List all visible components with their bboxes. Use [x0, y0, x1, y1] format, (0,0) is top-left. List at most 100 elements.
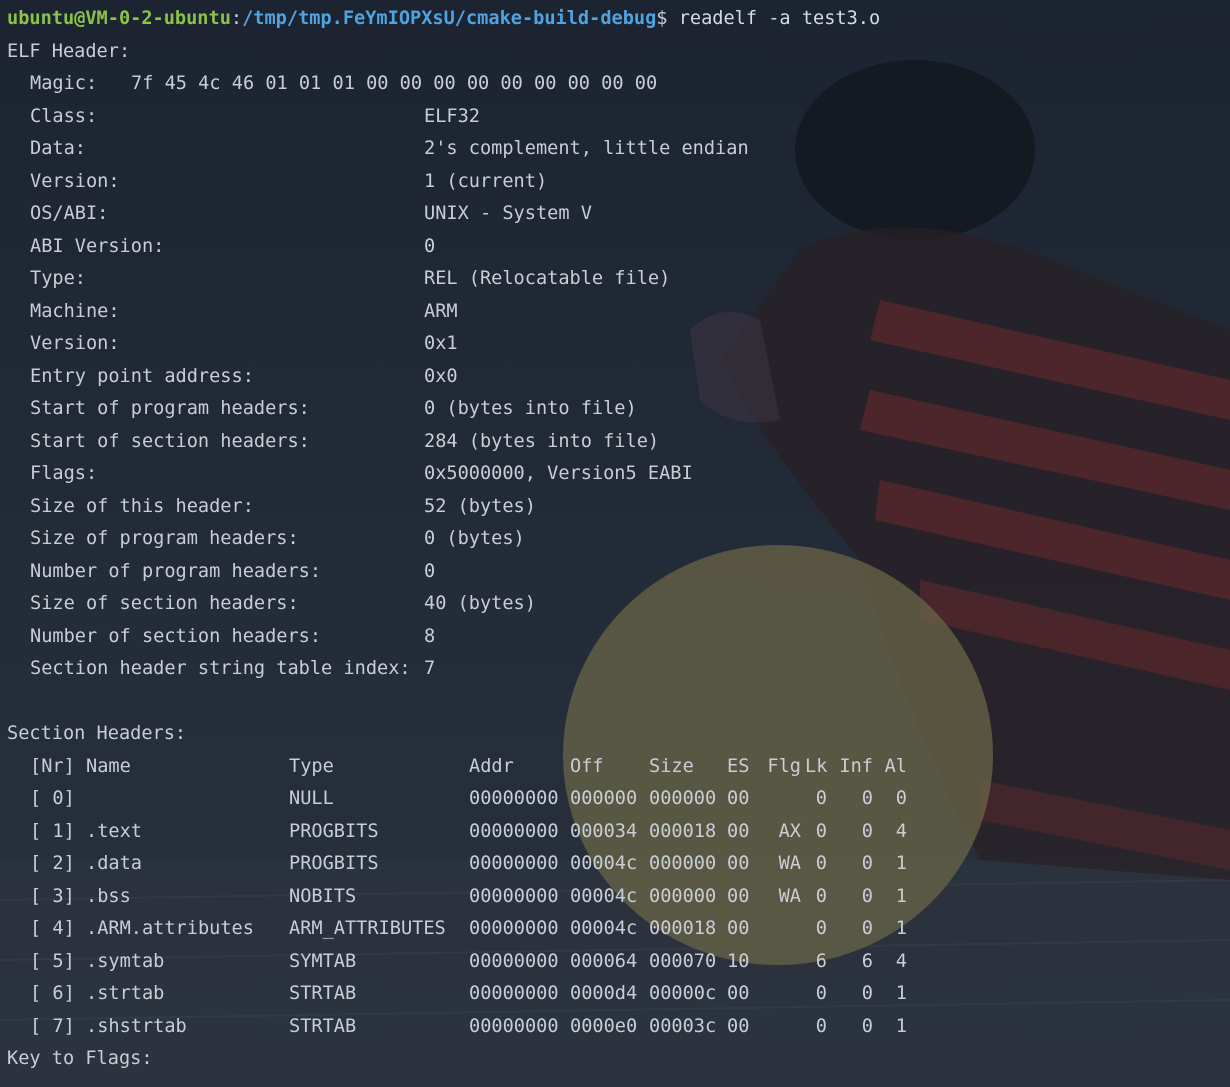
- elf-field-row: Entry point address: 0x0: [7, 361, 1230, 394]
- cell-lk: 6: [815, 950, 827, 972]
- cell-type: STRTAB: [289, 1015, 357, 1037]
- cell-al: 1: [895, 918, 907, 939]
- cell-off: 00004c: [570, 918, 638, 939]
- elf-field-row: Class: ELF32: [7, 101, 1230, 134]
- elf-field-row: Version: 0x1: [7, 328, 1230, 361]
- cell-es: 00: [727, 1015, 750, 1037]
- elf-field-label: Start of program headers:: [30, 398, 310, 419]
- elf-field-label: Size of program headers:: [30, 528, 299, 549]
- elf-field-label: Version:: [30, 333, 120, 354]
- elf-field-label: Version:: [30, 170, 120, 192]
- prompt-user-host: ubuntu@VM-0-2-ubuntu: [7, 8, 231, 29]
- cell-es: 00: [727, 983, 750, 1004]
- cell-size: 00000c: [649, 983, 717, 1004]
- col-header-off: Off: [570, 755, 604, 777]
- elf-field-row: OS/ABI: UNIX - System V: [7, 198, 1230, 231]
- cell-size: 000000: [649, 853, 717, 874]
- elf-field-label: OS/ABI:: [30, 203, 109, 224]
- col-header-al: Al: [884, 755, 907, 777]
- cell-es: 10: [727, 950, 750, 972]
- elf-field-value: ARM: [424, 300, 458, 322]
- cell-off: 00004c: [570, 885, 638, 907]
- elf-field-row: Section header string table index: 7: [7, 653, 1230, 686]
- elf-field-row: Data: 2's complement, little endian: [7, 133, 1230, 166]
- elf-field-label: Section header string table index:: [30, 658, 411, 679]
- elf-field-row: Flags: 0x5000000, Version5 EABI: [7, 458, 1230, 491]
- elf-field-value: 0x5000000, Version5 EABI: [424, 463, 693, 484]
- elf-field-value: 284 (bytes into file): [424, 430, 660, 452]
- cell-al: 4: [895, 950, 907, 972]
- col-header-size: Size: [649, 755, 694, 777]
- cell-addr: 00000000: [469, 853, 559, 874]
- elf-field-row: Version: 1 (current): [7, 166, 1230, 199]
- terminal-window[interactable]: ubuntu@VM-0-2-ubuntu:/tmp/tmp.FeYmIOPXsU…: [0, 0, 1230, 1087]
- elf-field-value: 0 (bytes into file): [424, 398, 637, 419]
- elf-field-value: 2's complement, little endian: [424, 138, 749, 159]
- terminal-output[interactable]: ubuntu@VM-0-2-ubuntu:/tmp/tmp.FeYmIOPXsU…: [7, 3, 1230, 1087]
- cell-addr: 00000000: [469, 950, 559, 972]
- cell-nr: [ 6]: [30, 983, 75, 1004]
- cell-addr: 00000000: [469, 1015, 559, 1037]
- elf-field-value: REL (Relocatable file): [424, 268, 671, 289]
- elf-field-label: ABI Version:: [30, 235, 165, 257]
- cell-addr: 00000000: [469, 820, 559, 842]
- elf-field-value: 0x0: [424, 365, 458, 387]
- cell-al: 1: [895, 885, 907, 907]
- col-header-addr: Addr: [469, 755, 514, 777]
- elf-field-label: Data:: [30, 138, 86, 159]
- col-header-inf: Inf: [839, 755, 873, 777]
- cell-off: 000034: [570, 820, 638, 842]
- cell-addr: 00000000: [469, 918, 559, 939]
- cell-off: 000000: [570, 788, 638, 809]
- cell-nr: [ 0]: [30, 788, 75, 809]
- cell-type: NULL: [289, 788, 334, 809]
- elf-field-value: 0 (bytes): [424, 528, 525, 549]
- table-row: [ 4] .ARM.attributes ARM_ATTRIBUTES 0000000…: [7, 913, 1230, 946]
- cell-name: .data: [86, 853, 142, 874]
- cell-inf: 0: [861, 853, 873, 874]
- cell-inf: 0: [861, 788, 873, 809]
- cell-es: 00: [727, 853, 750, 874]
- cell-size: 000000: [649, 885, 717, 907]
- col-header-es: ES: [727, 755, 750, 777]
- elf-field-row: Size of section headers: 40 (bytes): [7, 588, 1230, 621]
- table-row: [ 0] NULL 00000000 000000 000000 00 0 0 0: [7, 783, 1230, 816]
- cell-inf: 0: [861, 983, 873, 1004]
- elf-field-label: Number of program headers:: [30, 560, 322, 582]
- elf-field-row: ABI Version: 0: [7, 231, 1230, 264]
- cell-nr: [ 7]: [30, 1015, 75, 1037]
- cell-flg: AX: [778, 820, 801, 842]
- col-header-nr: [Nr]: [30, 755, 75, 777]
- cell-type: PROGBITS: [289, 853, 379, 874]
- col-header-lk: Lk: [805, 755, 828, 777]
- elf-field-label: Size of this header:: [30, 495, 254, 517]
- elf-field-label: Number of section headers:: [30, 625, 322, 647]
- cell-flg: WA: [778, 853, 801, 874]
- cell-lk: 0: [815, 918, 827, 939]
- cell-nr: [ 1]: [30, 820, 75, 842]
- elf-field-value: 52 (bytes): [424, 495, 536, 517]
- magic-line: Magic: 7f 45 4c 46 01 01 01 00 00 00 00 …: [7, 68, 1230, 101]
- cell-inf: 0: [861, 918, 873, 939]
- prompt-path: /tmp/tmp.FeYmIOPXsU/cmake-build-debug: [242, 8, 657, 29]
- cell-off: 0000e0: [570, 1015, 638, 1037]
- elf-field-row: Start of section headers: 284 (bytes into…: [7, 426, 1230, 459]
- cell-es: 00: [727, 885, 750, 907]
- elf-field-row: Type: REL (Relocatable file): [7, 263, 1230, 296]
- elf-field-row: Number of program headers: 0: [7, 556, 1230, 589]
- cell-lk: 0: [815, 885, 827, 907]
- cell-name: .strtab: [86, 983, 165, 1004]
- elf-field-value: UNIX - System V: [424, 203, 592, 224]
- elf-field-row: Number of section headers: 8: [7, 621, 1230, 654]
- cell-al: 1: [895, 1015, 907, 1037]
- col-header-flg: Flg: [767, 755, 801, 777]
- elf-field-value: 0: [424, 560, 436, 582]
- elf-field-label: Machine:: [30, 300, 120, 322]
- cell-lk: 0: [815, 820, 827, 842]
- cell-es: 00: [727, 820, 750, 842]
- table-row: [ 7] .shstrtab STRTAB 00000000 0000e0 00003c 0…: [7, 1011, 1230, 1044]
- cell-addr: 00000000: [469, 983, 559, 1004]
- cell-off: 00004c: [570, 853, 638, 874]
- cell-lk: 0: [815, 853, 827, 874]
